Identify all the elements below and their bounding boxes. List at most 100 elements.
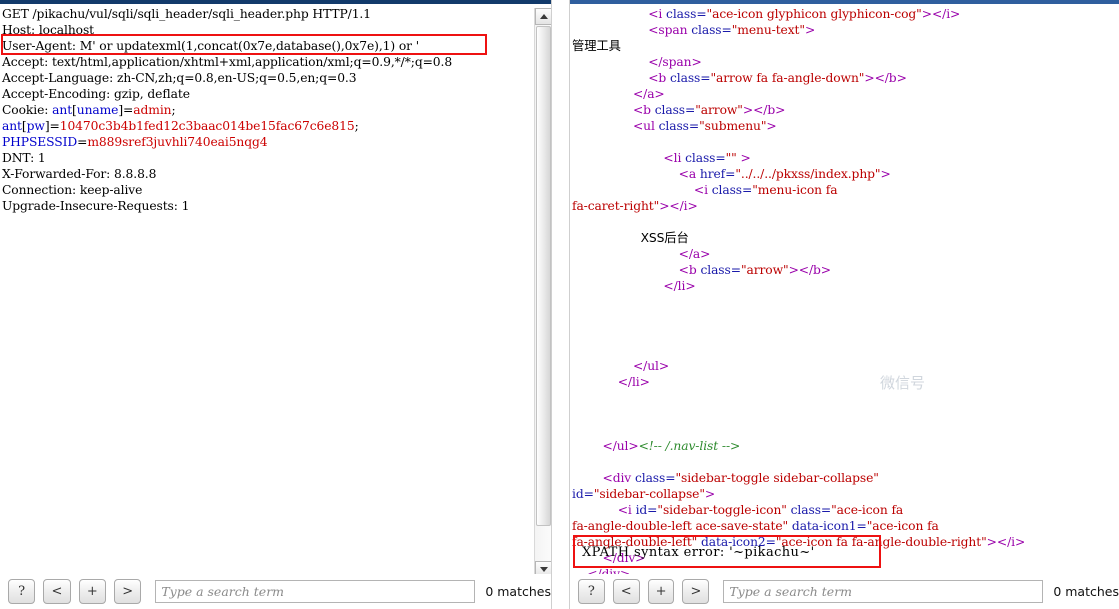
response-line: </li> — [572, 374, 1100, 390]
response-token: class= — [700, 263, 741, 277]
request-token: pw — [26, 119, 45, 133]
response-token: "arrow" — [695, 103, 743, 117]
request-response-viewer: GET /pikachu/vul/sqli/sqli_header/sqli_h… — [0, 0, 1119, 609]
next-match-button[interactable]: > — [113, 579, 142, 604]
response-token: "submenu" — [699, 119, 767, 133]
response-token: </li> — [617, 375, 650, 389]
next-match-button[interactable]: > — [682, 579, 710, 604]
search-input[interactable] — [723, 580, 1044, 603]
request-line: Upgrade-Insecure-Requests: 1 — [2, 198, 532, 214]
response-token: fa-angle-double-left ace-save-state" — [572, 519, 792, 533]
response-line: <ul class="submenu"> — [572, 118, 1100, 134]
response-token: <li — [663, 151, 686, 165]
http-response-pane: <i class="ace-icon glyphicon glyphicon-c… — [570, 4, 1119, 574]
response-toolbar: ? < + > 0 matches — [570, 574, 1119, 609]
response-line: fa-caret-right"></i> — [572, 198, 1100, 214]
request-token: ; — [171, 103, 176, 117]
response-token: id= — [635, 503, 658, 517]
response-token: class= — [711, 183, 753, 197]
request-token: DNT: 1 — [2, 151, 46, 165]
request-scrollbar[interactable] — [534, 8, 551, 574]
scroll-down-button[interactable] — [535, 561, 551, 574]
response-line: <li class="" > — [572, 150, 1100, 166]
response-token — [572, 279, 663, 293]
response-token: class= — [634, 471, 676, 485]
request-token: ; — [354, 119, 359, 133]
response-token: class= — [685, 151, 726, 165]
response-token — [572, 71, 648, 85]
request-text-viewer[interactable]: GET /pikachu/vul/sqli/sqli_header/sqli_h… — [0, 4, 534, 574]
response-token: 管理工具 — [572, 39, 621, 53]
scroll-up-button[interactable] — [535, 8, 551, 25]
response-line: <b class="arrow fa fa-angle-down"></b> — [572, 70, 1100, 86]
request-token: Accept: text/html,application/xhtml+xml,… — [2, 55, 453, 69]
response-token: "arrow fa fa-angle-down" — [710, 71, 865, 85]
response-line: </ul> — [572, 358, 1100, 374]
request-token: ant — [2, 119, 22, 133]
response-token: class= — [666, 7, 707, 21]
response-token: "ace-icon glyphicon glyphicon-cog" — [706, 7, 922, 21]
response-token: ></i> — [921, 7, 961, 21]
prev-match-button[interactable]: < — [612, 579, 640, 604]
response-line: <a href="../../../pkxss/index.php"> — [572, 166, 1100, 182]
help-button[interactable]: ? — [578, 579, 605, 604]
request-line: Accept: text/html,application/xhtml+xml,… — [2, 54, 532, 70]
response-line: 管理工具 — [572, 38, 1100, 54]
response-text-viewer[interactable]: <i class="ace-icon glyphicon glyphicon-c… — [570, 4, 1102, 574]
search-input[interactable] — [155, 580, 476, 603]
response-token: ></b> — [742, 103, 786, 117]
response-line — [572, 134, 1100, 150]
response-token: <!-- /.nav-list --> — [638, 439, 741, 453]
response-token — [572, 183, 694, 197]
response-line: XSS后台 — [572, 230, 1100, 246]
request-line: ant[pw]=10470c3b4b1fed12c3baac014be15fac… — [2, 118, 532, 134]
request-token: Upgrade-Insecure-Requests: 1 — [2, 199, 190, 213]
response-token: <i — [648, 7, 667, 21]
response-token: class= — [654, 103, 696, 117]
response-token: class= — [669, 71, 711, 85]
response-token — [572, 439, 602, 453]
response-token — [572, 151, 663, 165]
request-token: Connection: keep-alive — [2, 183, 143, 197]
response-token: </li> — [663, 279, 696, 293]
response-line — [572, 406, 1100, 422]
add-button[interactable]: + — [78, 579, 106, 604]
prev-match-button[interactable]: < — [43, 579, 71, 604]
response-token: "" — [725, 151, 741, 165]
request-token: admin — [133, 103, 172, 117]
request-line: DNT: 1 — [2, 150, 532, 166]
response-token: class= — [691, 23, 732, 37]
response-token: href= — [699, 167, 736, 181]
request-line: Connection: keep-alive — [2, 182, 532, 198]
response-token: <b — [632, 103, 655, 117]
request-line: PHPSESSID=m889sref3juvhli740eai5nqg4 — [2, 134, 532, 150]
response-token — [572, 119, 633, 133]
triangle-up-icon — [539, 14, 548, 19]
response-token: "ace-icon fa — [831, 503, 907, 517]
panel-divider[interactable] — [551, 0, 570, 609]
response-line: <div class="sidebar-toggle sidebar-colla… — [572, 470, 1100, 486]
request-token: ]= — [118, 103, 134, 117]
response-token: class= — [790, 503, 832, 517]
response-line: </li> — [572, 278, 1100, 294]
request-line: User-Agent: M' or updatexml(1,concat(0x7… — [2, 38, 532, 54]
response-line: fa-angle-double-left ace-save-state" dat… — [572, 518, 1100, 534]
response-token — [572, 167, 679, 181]
response-line: </ul><!-- /.nav-list --> — [572, 438, 1100, 454]
request-token: ant — [52, 103, 73, 117]
response-token: </ul> — [632, 359, 670, 373]
response-token: "arrow" — [740, 263, 789, 277]
response-token: <div — [602, 471, 635, 485]
response-token: > — [704, 487, 716, 501]
response-token — [572, 231, 641, 245]
response-token: "menu-icon fa — [752, 183, 842, 197]
help-button[interactable]: ? — [8, 579, 36, 604]
response-line: <span class="menu-text"> — [572, 22, 1100, 38]
request-token: m889sref3juvhli740eai5nqg4 — [87, 135, 268, 149]
response-token: "sidebar-toggle sidebar-collapse" — [675, 471, 879, 485]
scrollbar-thumb[interactable] — [536, 26, 551, 526]
add-button[interactable]: + — [647, 579, 675, 604]
triangle-down-icon — [539, 567, 548, 572]
response-token: </span> — [648, 55, 702, 69]
response-token — [572, 375, 618, 389]
